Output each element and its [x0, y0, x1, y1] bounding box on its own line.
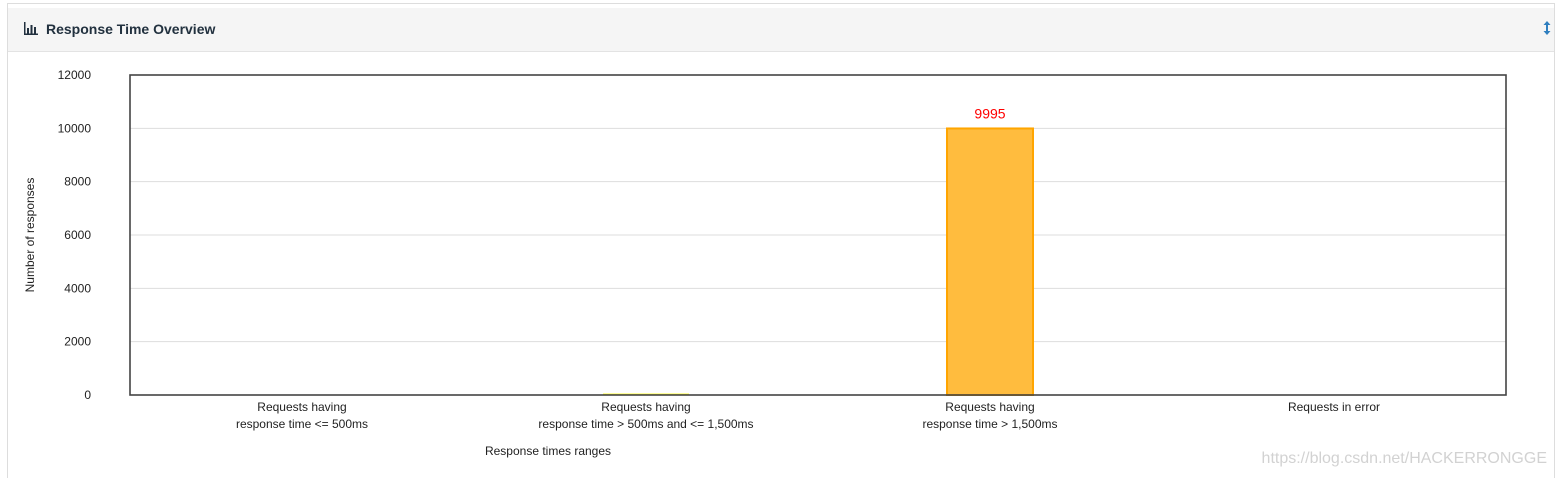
x-category-label: Requests having: [257, 400, 346, 414]
watermark: https://blog.csdn.net/HACKERRONGGE: [1261, 450, 1547, 467]
bar[interactable]: [946, 127, 1034, 396]
y-tick-label: 6000: [64, 228, 91, 242]
x-axis-label: Response times ranges: [485, 444, 611, 458]
data-labels: 9995: [974, 105, 1005, 121]
y-tick-label: 0: [84, 388, 91, 402]
x-category-label: Requests having: [945, 400, 1034, 414]
x-category-label: response time > 1,500ms: [922, 417, 1057, 431]
y-tick-label: 4000: [64, 281, 91, 295]
x-category-label: response time > 500ms and <= 1,500ms: [538, 417, 753, 431]
grid-lines: [130, 127, 1506, 343]
y-axis-ticks: 0 2000 4000 6000 8000 10000 12000: [58, 68, 92, 402]
y-tick-label: 8000: [64, 175, 91, 189]
x-axis-categories: Requests having response time <= 500ms Req…: [236, 400, 1380, 431]
y-tick-label: 2000: [64, 335, 91, 349]
bar-value-label: 9995: [974, 105, 1005, 121]
x-category-label: response time <= 500ms: [236, 417, 368, 431]
response-time-bar-chart: 0 2000 4000 6000 8000 10000 12000 9995 Request…: [23, 68, 1507, 458]
x-category-label: Requests in error: [1288, 400, 1380, 414]
y-tick-label: 10000: [58, 121, 92, 135]
y-tick-label: 12000: [58, 68, 92, 82]
bars: [603, 127, 1034, 396]
x-category-label: Requests having: [601, 400, 690, 414]
y-axis-label: Number of responses: [23, 178, 37, 293]
chart-area: 0 2000 4000 6000 8000 10000 12000 9995 Request…: [0, 0, 1555, 478]
